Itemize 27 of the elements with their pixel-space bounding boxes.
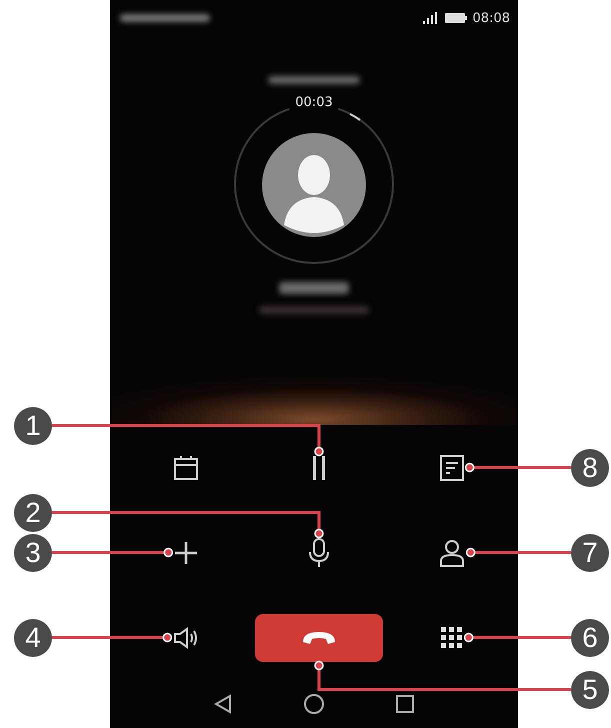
back-icon[interactable] xyxy=(214,694,232,714)
call-duration: 00:03 xyxy=(289,95,339,110)
speaker-icon[interactable] xyxy=(173,626,200,648)
plus-icon[interactable] xyxy=(174,540,198,564)
status-time: 08:08 xyxy=(472,10,510,26)
callout-number: 1 xyxy=(14,406,52,444)
home-icon[interactable] xyxy=(304,694,324,714)
person-icon[interactable] xyxy=(438,538,465,566)
callout-number: 5 xyxy=(571,670,609,708)
callout-number: 4 xyxy=(14,618,52,656)
signal-icon xyxy=(422,12,439,24)
callout-number: 3 xyxy=(14,534,52,572)
calendar-icon[interactable] xyxy=(173,454,200,480)
recents-icon[interactable] xyxy=(396,695,414,713)
callout-number: 2 xyxy=(14,494,52,532)
blurred-text xyxy=(279,282,349,294)
pause-icon[interactable] xyxy=(312,456,326,480)
dialpad-icon[interactable] xyxy=(440,626,463,648)
callout-number: 6 xyxy=(571,618,609,656)
callout-number: 8 xyxy=(571,448,609,486)
avatar-silhouette-icon xyxy=(262,133,366,237)
callout-number: 7 xyxy=(571,534,609,572)
notes-icon[interactable] xyxy=(440,454,464,480)
battery-icon xyxy=(444,13,467,23)
end-call-button[interactable] xyxy=(254,614,383,662)
phone-handset-icon xyxy=(300,630,337,646)
microphone-icon[interactable] xyxy=(308,538,330,568)
